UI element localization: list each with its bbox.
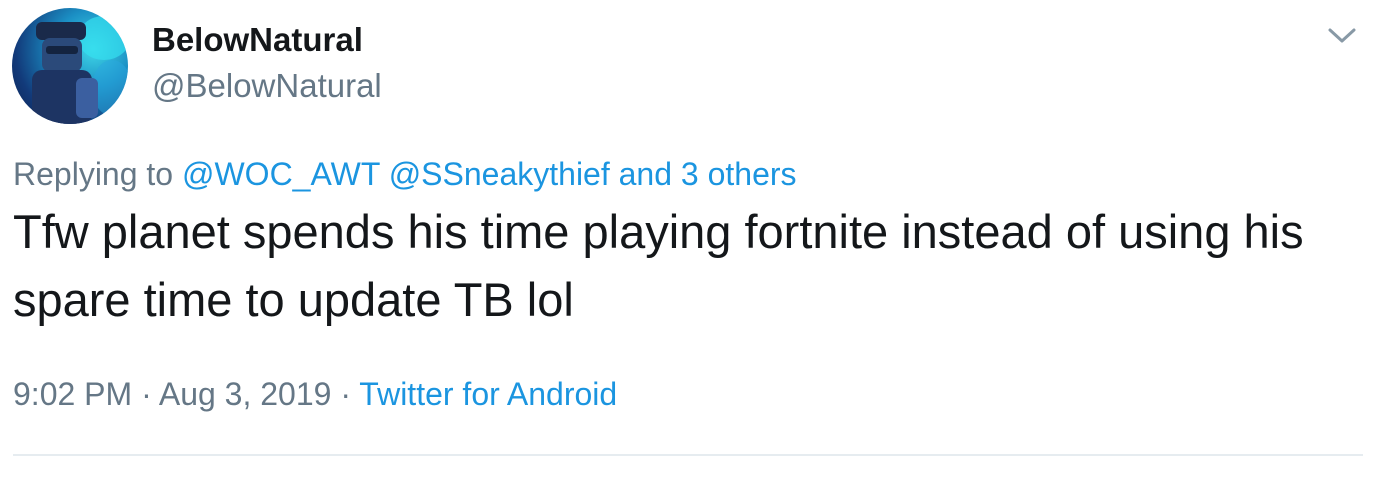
mention-link[interactable]: @WOC_AWT <box>182 156 380 192</box>
display-name[interactable]: BelowNatural <box>152 20 363 60</box>
tweet-date[interactable]: Aug 3, 2019 <box>159 376 332 412</box>
tweet-time[interactable]: 9:02 PM <box>13 376 132 412</box>
user-handle[interactable]: @BelowNatural <box>152 66 382 106</box>
replying-to-line: Replying to @WOC_AWT @SSneakythief and 3… <box>13 154 797 194</box>
divider <box>13 454 1363 456</box>
avatar[interactable] <box>12 8 128 124</box>
tweet-meta: 9:02 PM · Aug 3, 2019 · Twitter for Andr… <box>13 374 617 414</box>
tweet-text: Tfw planet spends his time playing fortn… <box>13 205 1304 326</box>
chevron-down-icon[interactable] <box>1322 20 1362 52</box>
meta-separator: · <box>340 376 351 412</box>
meta-separator: · <box>141 376 152 412</box>
avatar-image <box>32 16 128 124</box>
tweet-card: BelowNatural @BelowNatural Replying to @… <box>0 0 1400 499</box>
mention-link[interactable]: @SSneakythief <box>389 156 610 192</box>
tweet-source-link[interactable]: Twitter for Android <box>359 376 617 412</box>
replying-to-label: Replying to <box>13 156 174 192</box>
others-link[interactable]: and 3 others <box>619 156 797 192</box>
